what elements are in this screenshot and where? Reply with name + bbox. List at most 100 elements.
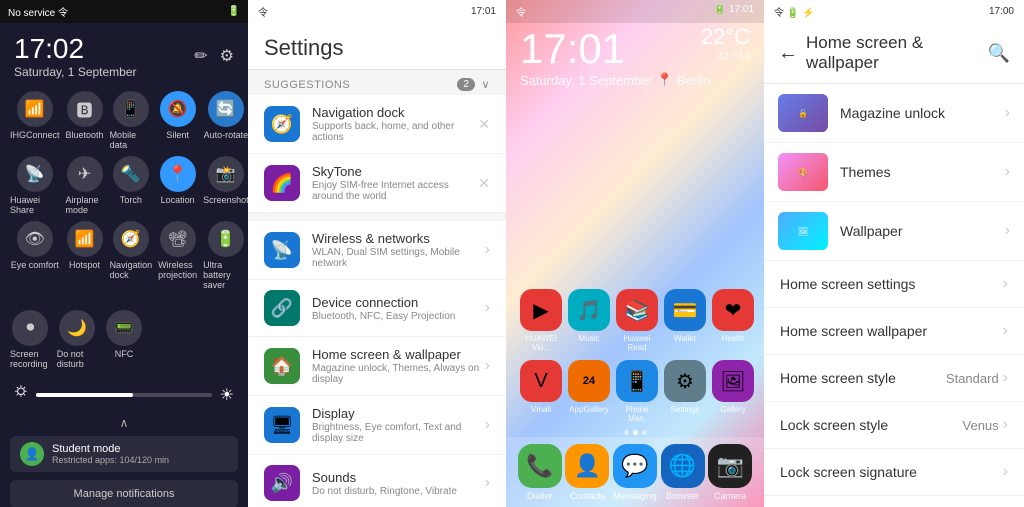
wallpaper-label: Wallpaper (840, 223, 1005, 239)
app-huaweiread[interactable]: 📚 Huawei Read (616, 289, 658, 352)
settings-title: Settings (264, 35, 490, 61)
list-homescreen-settings[interactable]: Home screen settings › (764, 261, 1024, 308)
suggestions-label: SUGGESTIONS (264, 79, 350, 91)
tile-bluetooth[interactable]: 🅱 Bluetooth (66, 91, 104, 150)
list-homescreen-wallpaper[interactable]: Home screen wallpaper › (764, 308, 1024, 355)
tile-battery[interactable]: 🔋 Ultra battery saver (203, 221, 248, 290)
contacts-label: Contacts (570, 491, 606, 501)
list-show-step-count: Show step count (764, 496, 1024, 507)
tile-eyecomfort[interactable]: 👁 Eye comfort (10, 221, 60, 290)
homescreen-wallpaper-label: Home screen wallpaper (780, 323, 927, 339)
tile-autorotate[interactable]: 🔄 Auto-rotate (203, 91, 248, 150)
navdock-text: Navigation dock Supports back, home, and… (312, 105, 478, 143)
homescreen-arrow-icon: › (485, 357, 490, 375)
thumb-themes[interactable]: 🎨 Themes › (764, 143, 1024, 202)
app-huaweivid[interactable]: ▶ HUAWEI Vid... (520, 289, 562, 352)
tile-dnd[interactable]: 🌙 Do not disturb (57, 310, 98, 369)
app-wallet[interactable]: 💳 Wallet (664, 289, 706, 352)
tile-battery-label: Ultra battery saver (203, 260, 248, 290)
hotspot-icon: 📶 (67, 221, 103, 257)
settings-item-display[interactable]: 🖥 Display Brightness, Eye comfort, Text … (248, 396, 506, 455)
app-settings-home[interactable]: ⚙ Settings (664, 360, 706, 423)
tile-screenshot-label: Screenshot (203, 195, 248, 205)
homescreen-style-label: Home screen style (780, 370, 896, 386)
device-title: Device connection (312, 295, 485, 310)
dock-browser[interactable]: 🌐 Browser (661, 444, 705, 501)
tile-silent[interactable]: 🔕 Silent (158, 91, 197, 150)
sounds-sub: Do not disturb, Ringtone, Vibrate (312, 486, 485, 497)
tile-location[interactable]: 📍 Location (158, 156, 197, 215)
phoneman-home-label: Phone Man. (616, 405, 658, 423)
browser-icon: 🌐 (661, 444, 705, 488)
brightness-control[interactable]: 🌣 ☀ (0, 375, 248, 414)
thumb-magazine[interactable]: 🔓 Magazine unlock › (764, 84, 1024, 143)
tile-eyecomfort-label: Eye comfort (11, 260, 59, 270)
dock-dialler[interactable]: 📞 Dialler (518, 444, 562, 501)
homescreen-style-arrow-icon: › (1003, 369, 1008, 387)
navdock-dismiss-icon[interactable]: ✕ (478, 116, 490, 133)
settings-item-navdock[interactable]: 🧭 Navigation dock Supports back, home, a… (248, 95, 506, 154)
homescreen-settings-arrow-icon: › (1003, 275, 1008, 293)
app-gallery-home[interactable]: 🖼 Gallery (712, 360, 754, 423)
dock-camera[interactable]: 📷 Camera (708, 444, 752, 501)
browser-label: Browser (666, 491, 699, 501)
list-lockscreen-style[interactable]: Lock screen style Venus › (764, 402, 1024, 449)
tile-silent-label: Silent (166, 130, 189, 140)
themes-label: Themes (840, 164, 1005, 180)
screenshot-icon: 📸 (208, 156, 244, 192)
app-vmall-home[interactable]: V Vmall (520, 360, 562, 423)
settings-item-skytone[interactable]: 🌈 SkyTone Enjoy SIM-free Internet access… (248, 154, 506, 213)
tile-mobiledata[interactable]: 📱 Mobile data (110, 91, 153, 150)
location-pin-icon: 📍 (657, 72, 673, 88)
gallery-home-label: Gallery (720, 405, 745, 414)
wireless-icon: 📽 (160, 221, 196, 257)
app-music[interactable]: 🎵 Music (568, 289, 610, 352)
tile-airplane-label: Airplane mode (66, 195, 104, 215)
tile-navdock[interactable]: 🧭 Navigation dock (110, 221, 153, 290)
magazine-label: Magazine unlock (840, 105, 1005, 121)
p1-status-left: No service 令 (8, 4, 68, 19)
expand-button[interactable]: ∧ (0, 414, 248, 432)
tile-screenrec[interactable]: ⏺ Screen recording (10, 310, 51, 369)
tile-huaweishare[interactable]: 📡 Huawei Share (10, 156, 60, 215)
tile-torch-label: Torch (120, 195, 142, 205)
settings-list: 🧭 Navigation dock Supports back, home, a… (248, 95, 506, 507)
search-button[interactable]: 🔍 (988, 43, 1010, 64)
tile-hotspot[interactable]: 📶 Hotspot (66, 221, 104, 290)
app-appgallery-home[interactable]: 24 AppGallery (568, 360, 610, 423)
settings-item-sounds[interactable]: 🔊 Sounds Do not disturb, Ringtone, Vibra… (248, 455, 506, 507)
themes-thumbnail: 🎨 (778, 153, 828, 191)
brightness-bar[interactable] (36, 393, 212, 397)
huaweishare-icon: 📡 (17, 156, 53, 192)
manage-notifications-button[interactable]: Manage notifications (10, 480, 238, 507)
chevron-down-icon[interactable]: ∨ (481, 78, 490, 91)
list-homescreen-style[interactable]: Home screen style Standard › (764, 355, 1024, 402)
app-phoneman-home[interactable]: 📱 Phone Man. (616, 360, 658, 423)
thumb-wallpaper[interactable]: 🖼 Wallpaper › (764, 202, 1024, 261)
list-lockscreen-signature[interactable]: Lock screen signature › (764, 449, 1024, 496)
tile-torch[interactable]: 🔦 Torch (110, 156, 153, 215)
homescreen-wallpaper-arrow-icon: › (1003, 322, 1008, 340)
edit-icon[interactable]: ✏ (194, 46, 207, 66)
p4-header: ← Home screen & wallpaper 🔍 (764, 23, 1024, 84)
settings-item-device[interactable]: 🔗 Device connection Bluetooth, NFC, Easy… (248, 280, 506, 337)
settings-icon[interactable]: ⚙ (220, 46, 234, 66)
navdock-title: Navigation dock (312, 105, 478, 120)
tile-ihgconnect[interactable]: 📶 IHGConnect (10, 91, 60, 150)
app-health[interactable]: ❤ Health (712, 289, 754, 352)
settings-item-homescreen[interactable]: 🏠 Home screen & wallpaper Magazine unloc… (248, 337, 506, 396)
tile-screenshot[interactable]: 📸 Screenshot (203, 156, 248, 215)
dock-messaging[interactable]: 💬 Messaging (613, 444, 657, 501)
dock-contacts[interactable]: 👤 Contacts (565, 444, 609, 501)
settings-home-label: Settings (671, 405, 700, 414)
skytone-dismiss-icon[interactable]: ✕ (478, 175, 490, 192)
back-button[interactable]: ← (778, 42, 798, 65)
contacts-icon: 👤 (565, 444, 609, 488)
tile-wireless[interactable]: 📽 Wireless projection (158, 221, 197, 290)
homescreen-style-value: Standard (946, 371, 999, 386)
tile-airplane[interactable]: ✈ Airplane mode (66, 156, 104, 215)
lockscreen-signature-label: Lock screen signature (780, 464, 917, 480)
tile-nfc[interactable]: 📟 NFC (104, 310, 145, 369)
settings-item-wireless[interactable]: 📡 Wireless & networks WLAN, Dual SIM set… (248, 221, 506, 280)
tile-wireless-label: Wireless projection (158, 260, 197, 280)
